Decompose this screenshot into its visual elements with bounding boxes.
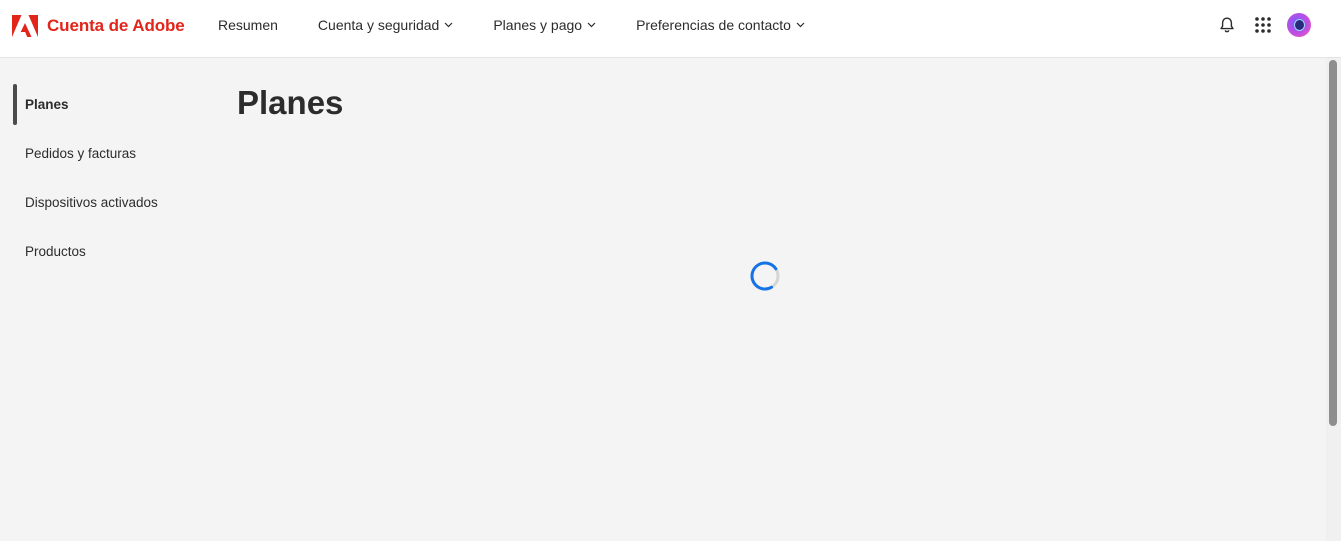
chevron-down-icon	[796, 22, 805, 28]
sidebar: Planes Pedidos y facturas Dispositivos a…	[13, 84, 203, 280]
adobe-brand[interactable]: Cuenta de Adobe	[12, 14, 185, 38]
apps-button[interactable]	[1251, 13, 1275, 37]
adobe-logo-icon	[12, 15, 38, 37]
chevron-down-icon	[444, 22, 453, 28]
nav-item-resumen[interactable]: Resumen	[218, 17, 278, 33]
nav-item-label: Planes y pago	[493, 17, 583, 33]
sidebar-item-productos[interactable]: Productos	[13, 231, 203, 272]
chevron-down-icon	[587, 22, 596, 28]
nav-item-cuenta-seguridad[interactable]: Cuenta y seguridad	[318, 17, 453, 33]
sidebar-item-label: Productos	[25, 244, 86, 259]
sidebar-item-label: Pedidos y facturas	[25, 146, 137, 161]
sidebar-item-pedidos-facturas[interactable]: Pedidos y facturas	[13, 133, 203, 174]
top-navigation-bar: Cuenta de Adobe Resumen Cuenta y segurid…	[0, 0, 1341, 58]
sidebar-item-label: Dispositivos activados	[25, 195, 158, 210]
main-nav: Resumen Cuenta y seguridad Planes y pago…	[218, 0, 805, 50]
sidebar-item-planes[interactable]: Planes	[13, 84, 203, 125]
bell-icon	[1220, 17, 1234, 33]
page-title: Planes	[237, 84, 344, 121]
loading-spinner-icon	[750, 261, 780, 291]
sidebar-item-dispositivos-activados[interactable]: Dispositivos activados	[13, 182, 203, 223]
notifications-button[interactable]	[1215, 13, 1239, 37]
nav-item-label: Cuenta y seguridad	[317, 17, 440, 33]
nav-item-planes-pago[interactable]: Planes y pago	[493, 17, 596, 33]
header-actions	[1215, 13, 1311, 37]
sidebar-item-label: Planes	[25, 97, 69, 112]
nav-item-preferencias-contacto[interactable]: Preferencias de contacto	[636, 17, 805, 33]
nav-item-label: Resumen	[218, 17, 278, 33]
page-scrollbar[interactable]	[1326, 58, 1341, 541]
scrollbar-thumb[interactable]	[1329, 60, 1337, 426]
avatar	[1287, 13, 1311, 37]
brand-title: Cuenta de Adobe	[47, 16, 185, 35]
profile-button[interactable]	[1287, 13, 1311, 37]
apps-grid-icon	[1255, 17, 1271, 33]
nav-item-label: Preferencias de contacto	[636, 17, 791, 33]
